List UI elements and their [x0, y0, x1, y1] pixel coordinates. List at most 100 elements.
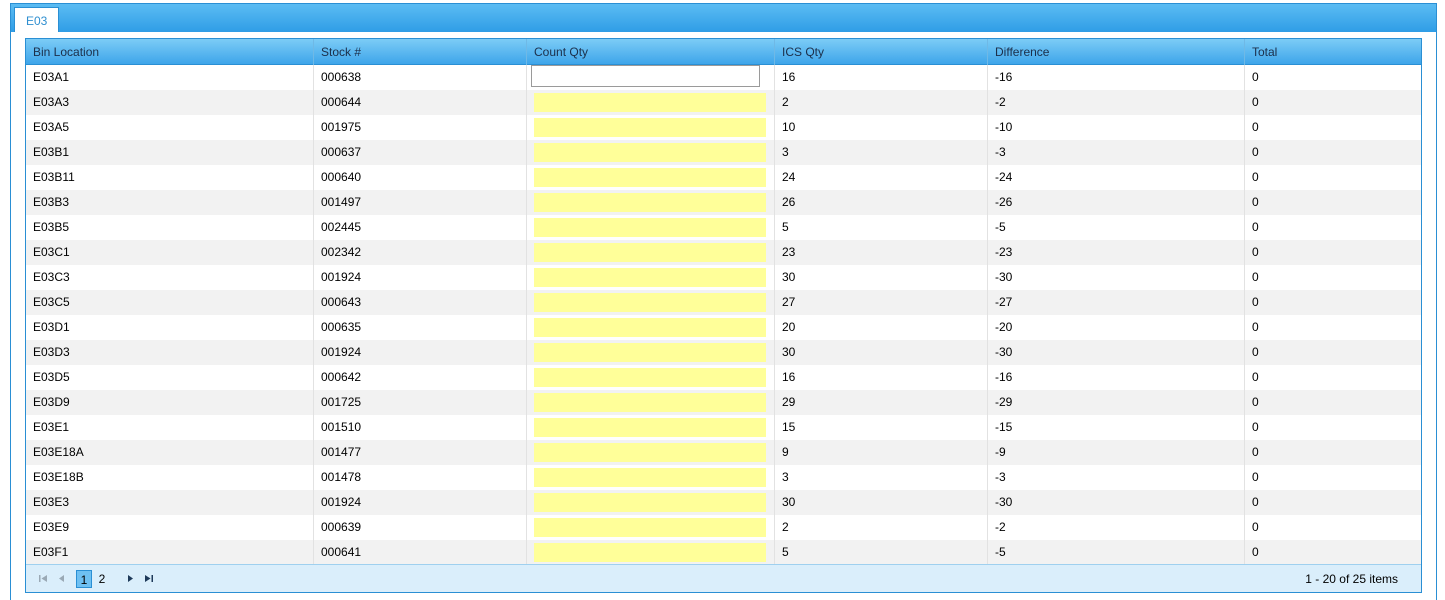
- count-qty-cell: [527, 515, 775, 540]
- bin-location-cell: E03D3: [26, 340, 314, 365]
- count-qty-cell: [527, 165, 775, 190]
- count-qty-input[interactable]: [534, 343, 766, 362]
- stock-number-cell: 001924: [314, 340, 527, 365]
- table-row[interactable]: E03C3 001924 30 -30 0: [26, 265, 1421, 290]
- count-qty-input[interactable]: [534, 168, 766, 187]
- count-qty-input[interactable]: [534, 243, 766, 262]
- table-row[interactable]: E03A1 000638 16 -16 0: [26, 65, 1421, 90]
- table-row[interactable]: E03B5 002445 5 -5 0: [26, 215, 1421, 240]
- table-row[interactable]: E03A5 001975 10 -10 0: [26, 115, 1421, 140]
- table-row[interactable]: E03D5 000642 16 -16 0: [26, 365, 1421, 390]
- bin-location-cell: E03E1: [26, 415, 314, 440]
- count-qty-cell: [527, 90, 775, 115]
- ics-qty-cell: 24: [775, 165, 988, 190]
- count-qty-input[interactable]: [534, 493, 766, 512]
- difference-cell: -3: [988, 140, 1245, 165]
- difference-cell: -30: [988, 340, 1245, 365]
- count-qty-input[interactable]: [534, 318, 766, 337]
- ics-qty-cell: 2: [775, 515, 988, 540]
- total-cell: 0: [1252, 445, 1259, 459]
- stock-number-cell: 001924: [314, 265, 527, 290]
- column-header-count-qty[interactable]: Count Qty: [527, 39, 775, 65]
- count-qty-cell: [527, 340, 775, 365]
- ics-qty-cell: 29: [775, 390, 988, 415]
- count-qty-input[interactable]: [534, 218, 766, 237]
- count-qty-input[interactable]: [534, 393, 766, 412]
- bin-location-cell: E03D1: [26, 315, 314, 340]
- table-row[interactable]: E03D1 000635 20 -20 0: [26, 315, 1421, 340]
- ics-qty-cell: 26: [775, 190, 988, 215]
- count-qty-cell: [527, 390, 775, 415]
- table-row[interactable]: E03E9 000639 2 -2 0: [26, 515, 1421, 540]
- count-qty-input[interactable]: [534, 368, 766, 387]
- bin-location-cell: E03A5: [26, 115, 314, 140]
- count-qty-cell: [527, 315, 775, 340]
- table-row[interactable]: E03B11 000640 24 -24 0: [26, 165, 1421, 190]
- stock-number-cell: 000644: [314, 90, 527, 115]
- count-qty-input[interactable]: [531, 65, 760, 87]
- total-cell: 0: [1252, 70, 1259, 84]
- table-row[interactable]: E03F1 000641 5 -5 0: [26, 540, 1421, 565]
- count-qty-input[interactable]: [534, 293, 766, 312]
- page-2-button[interactable]: 2: [95, 570, 109, 588]
- count-qty-input[interactable]: [534, 268, 766, 287]
- table-row[interactable]: E03D3 001924 30 -30 0: [26, 340, 1421, 365]
- tab-e03[interactable]: E03: [14, 7, 60, 34]
- count-qty-input[interactable]: [534, 543, 766, 562]
- bin-location-cell: E03E18A: [26, 440, 314, 465]
- ics-qty-cell: 30: [775, 490, 988, 515]
- total-cell: 0: [1252, 320, 1259, 334]
- column-header-ics-qty[interactable]: ICS Qty: [775, 39, 988, 65]
- bin-location-cell: E03E9: [26, 515, 314, 540]
- ics-qty-cell: 3: [775, 465, 988, 490]
- ics-qty-cell: 20: [775, 315, 988, 340]
- count-qty-input[interactable]: [534, 518, 766, 537]
- last-page-icon[interactable]: [141, 572, 155, 586]
- column-header-stock[interactable]: Stock #: [314, 39, 527, 65]
- count-qty-input[interactable]: [534, 443, 766, 462]
- difference-cell: -9: [988, 440, 1245, 465]
- table-row[interactable]: E03B3 001497 26 -26 0: [26, 190, 1421, 215]
- bin-location-cell: E03E3: [26, 490, 314, 515]
- table-row[interactable]: E03C5 000643 27 -27 0: [26, 290, 1421, 315]
- page-1-button[interactable]: 1: [76, 569, 92, 588]
- table-row[interactable]: E03D9 001725 29 -29 0: [26, 390, 1421, 415]
- total-cell: 0: [1252, 95, 1259, 109]
- total-cell: 0: [1252, 145, 1259, 159]
- ics-qty-cell: 16: [775, 365, 988, 390]
- stock-number-cell: 001924: [314, 490, 527, 515]
- table-row[interactable]: E03A3 000644 2 -2 0: [26, 90, 1421, 115]
- column-header-bin-location[interactable]: Bin Location: [26, 39, 314, 65]
- table-row[interactable]: E03C1 002342 23 -23 0: [26, 240, 1421, 265]
- table-row[interactable]: E03E1 001510 15 -15 0: [26, 415, 1421, 440]
- stock-number-cell: 001497: [314, 190, 527, 215]
- stock-number-cell: 000639: [314, 515, 527, 540]
- bin-location-cell: E03B3: [26, 190, 314, 215]
- stock-number-cell: 001478: [314, 465, 527, 490]
- pager-info: 1 - 20 of 25 items: [1305, 571, 1398, 586]
- difference-cell: -2: [988, 90, 1245, 115]
- stock-number-cell: 002342: [314, 240, 527, 265]
- table-row[interactable]: E03E18B 001478 3 -3 0: [26, 465, 1421, 490]
- next-page-icon[interactable]: [123, 572, 137, 586]
- first-page-icon[interactable]: [36, 572, 50, 586]
- count-qty-input[interactable]: [534, 193, 766, 212]
- count-qty-input[interactable]: [534, 93, 766, 112]
- difference-cell: -5: [988, 540, 1245, 565]
- stock-number-cell: 001975: [314, 115, 527, 140]
- table-row[interactable]: E03E18A 001477 9 -9 0: [26, 440, 1421, 465]
- count-qty-input[interactable]: [534, 468, 766, 487]
- column-header-difference[interactable]: Difference: [988, 39, 1245, 65]
- table-row[interactable]: E03E3 001924 30 -30 0: [26, 490, 1421, 515]
- total-cell: 0: [1252, 370, 1259, 384]
- prev-page-icon[interactable]: [54, 572, 68, 586]
- table-row[interactable]: E03B1 000637 3 -3 0: [26, 140, 1421, 165]
- difference-cell: -24: [988, 165, 1245, 190]
- column-header-total[interactable]: Total: [1245, 39, 1421, 65]
- count-qty-input[interactable]: [534, 418, 766, 437]
- count-qty-cell: [527, 240, 775, 265]
- total-cell: 0: [1252, 245, 1259, 259]
- difference-cell: -2: [988, 515, 1245, 540]
- count-qty-input[interactable]: [534, 143, 766, 162]
- count-qty-input[interactable]: [534, 118, 766, 137]
